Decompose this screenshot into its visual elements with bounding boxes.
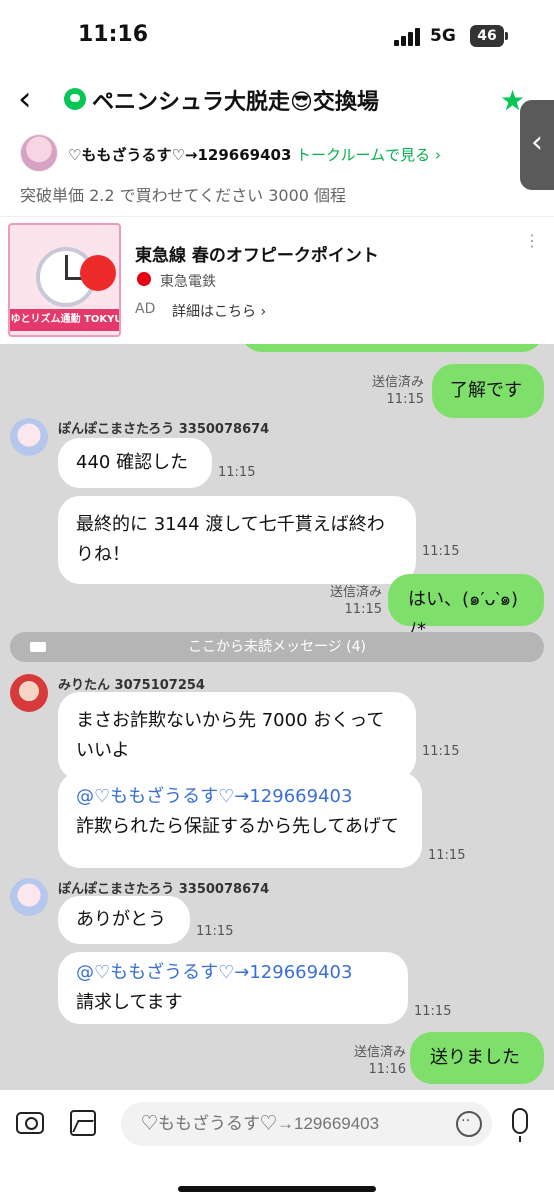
ad-image-caption: ゆとリズム通勤 TOKYU POINT	[10, 309, 119, 331]
message-input[interactable]	[121, 1102, 492, 1146]
more-options-icon[interactable]: ⋮	[524, 231, 540, 250]
sender-name: みりたん 3075107254	[58, 678, 205, 693]
message-meta: 送信済み 11:16	[353, 1045, 406, 1077]
message-text: 詐欺られたら保証するから先してあげて	[76, 816, 399, 837]
back-arrow-icon[interactable]: ‹	[18, 82, 50, 116]
ad-company: 東急電鉄	[160, 274, 216, 290]
host-name[interactable]: ♡ももざうるす♡→129669403	[68, 144, 291, 165]
message-bubble[interactable]: ありがとう	[58, 896, 190, 944]
ad-title[interactable]: 東急線 春のオフピークポイント	[135, 241, 379, 266]
camera-icon[interactable]	[16, 1112, 44, 1134]
message-time: 11:15	[422, 744, 460, 759]
message-meta: 送信済み 11:15	[371, 375, 424, 407]
message-bubble-sent[interactable]: 了解です	[432, 364, 544, 418]
ad-details-link[interactable]: 詳細はこちら ›	[172, 301, 266, 321]
side-panel-chevron-icon[interactable]: ‹	[520, 100, 554, 190]
ad-label: AD	[135, 301, 156, 317]
sender-name: ぽんぽこまさたろう 3350078674	[58, 422, 270, 437]
unread-divider: ここから未読メッセージ (4)	[10, 632, 544, 662]
home-indicator	[178, 1186, 376, 1192]
ad-banner[interactable]: ゆとリズム通勤 TOKYU POINT 東急線 春のオフピークポイント 東急電鉄…	[0, 216, 554, 344]
message-meta: 送信済み 11:15	[329, 585, 382, 617]
message-bubble[interactable]: まさお詐欺ないから先 7000 おくっていいよ	[58, 692, 416, 780]
openchat-icon	[64, 88, 86, 110]
message-bubble-partial	[240, 344, 544, 352]
message-time: 11:15	[414, 1004, 452, 1019]
tag-icon	[30, 642, 46, 652]
chat-notice[interactable]: 突破単価 2.2 で買わせてください 3000 個程	[20, 182, 346, 206]
message-time: 11:15	[428, 848, 466, 863]
mention-link[interactable]: @♡ももざうるす♡→129669403	[76, 958, 390, 988]
ad-image[interactable]: ゆとリズム通勤 TOKYU POINT	[8, 223, 121, 337]
message-bubble[interactable]: 440 確認した	[58, 438, 212, 488]
sender-name: ぽんぽこまさたろう 3350078674	[58, 882, 270, 897]
status-bar: 11:16 5G 46	[0, 0, 554, 76]
signal-icon	[394, 28, 422, 46]
network-label: 5G	[430, 26, 456, 46]
avatar[interactable]	[20, 134, 58, 172]
message-bubble-sent[interactable]: 送りました	[410, 1032, 544, 1084]
message-time: 11:15	[218, 465, 256, 480]
image-icon[interactable]	[70, 1110, 96, 1136]
message-time: 11:15	[422, 544, 460, 559]
mention-link[interactable]: @♡ももざうるす♡→129669403	[76, 782, 404, 812]
talkroom-link[interactable]: トークルームで見る ›	[296, 144, 441, 165]
composer-bar	[0, 1090, 554, 1200]
avatar[interactable]	[10, 878, 48, 916]
chat-header: ‹ ペニンシュラ大脱走😎交換場 ★ ♡ももざうるす♡→129669403 トーク…	[0, 76, 554, 216]
message-bubble[interactable]: 最終的に 3144 渡して七千貰えば終わりね！	[58, 496, 416, 584]
status-time: 11:16	[78, 22, 149, 47]
tokyu-logo-icon	[137, 272, 151, 286]
battery-icon: 46	[470, 25, 508, 47]
avatar[interactable]	[10, 674, 48, 712]
microphone-icon[interactable]	[512, 1108, 528, 1142]
message-bubble[interactable]: @♡ももざうるす♡→129669403 詐欺られたら保証するから先してあげて	[58, 772, 422, 868]
emoji-icon[interactable]	[456, 1109, 482, 1137]
message-bubble-sent[interactable]: はい、(๑′ᴗ‵๑)ﾉ*	[388, 574, 544, 640]
message-bubble[interactable]: @♡ももざうるす♡→129669403 請求してます	[58, 952, 408, 1024]
message-list[interactable]: 送信済み 11:15 了解です ぽんぽこまさたろう 3350078674 440 …	[0, 344, 554, 1090]
message-time: 11:15	[196, 924, 234, 939]
chat-title: ペニンシュラ大脱走😎交換場	[92, 90, 379, 115]
avatar[interactable]	[10, 418, 48, 456]
message-text: 請求してます	[76, 992, 183, 1013]
